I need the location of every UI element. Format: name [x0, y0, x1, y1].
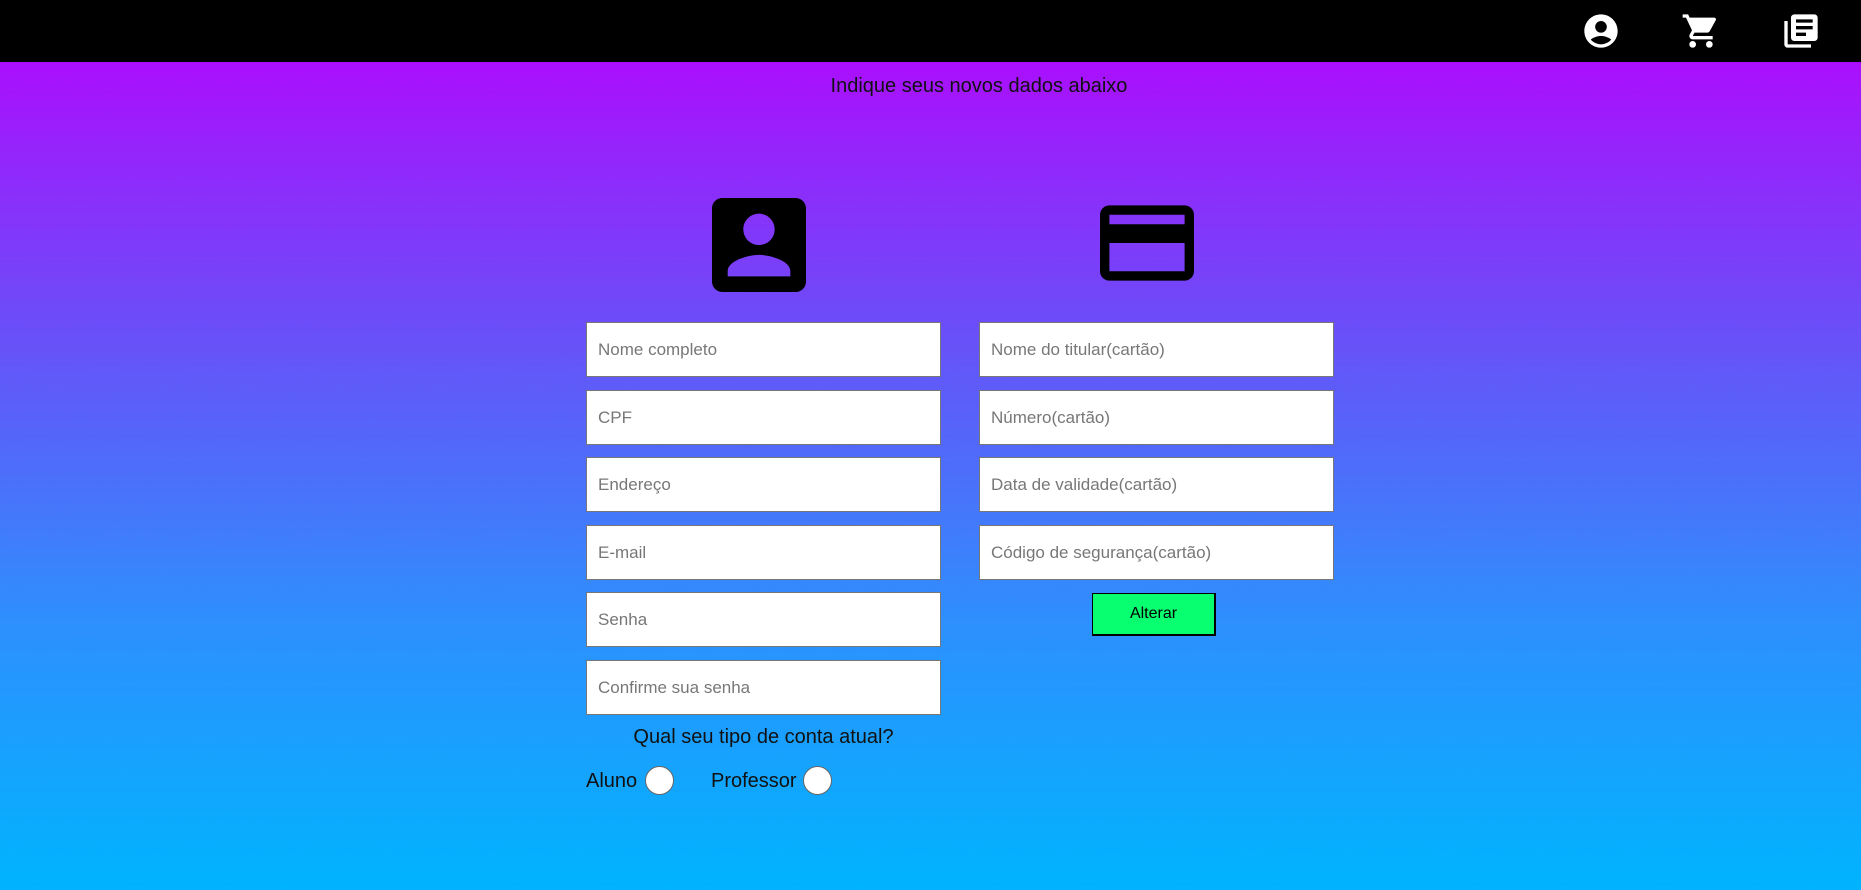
card-number-field[interactable] — [979, 390, 1334, 445]
cardholder-name-field[interactable] — [979, 322, 1334, 377]
alterar-button[interactable]: Alterar — [1092, 593, 1216, 636]
full-name-field[interactable] — [586, 322, 941, 377]
password-field[interactable] — [586, 592, 941, 647]
account-circle-icon[interactable] — [1581, 11, 1621, 51]
top-navbar — [0, 0, 1861, 62]
credit-card-icon — [1100, 196, 1194, 290]
card-expiry-field[interactable] — [979, 457, 1334, 512]
professor-radio[interactable] — [803, 766, 832, 795]
account-type-question: Qual seu tipo de conta atual? — [633, 726, 894, 748]
page-title: Indique seus novos dados abaixo — [830, 75, 1128, 97]
aluno-radio[interactable] — [645, 766, 674, 795]
cpf-field[interactable] — [586, 390, 941, 445]
email-field[interactable] — [586, 525, 941, 580]
aluno-label: Aluno — [586, 770, 638, 792]
professor-label: Professor — [711, 770, 797, 792]
library-icon[interactable] — [1781, 11, 1821, 51]
cart-icon[interactable] — [1681, 11, 1721, 51]
account-box-icon — [712, 198, 806, 292]
confirm-password-field[interactable] — [586, 660, 941, 715]
card-security-code-field[interactable] — [979, 525, 1334, 580]
address-field[interactable] — [586, 457, 941, 512]
